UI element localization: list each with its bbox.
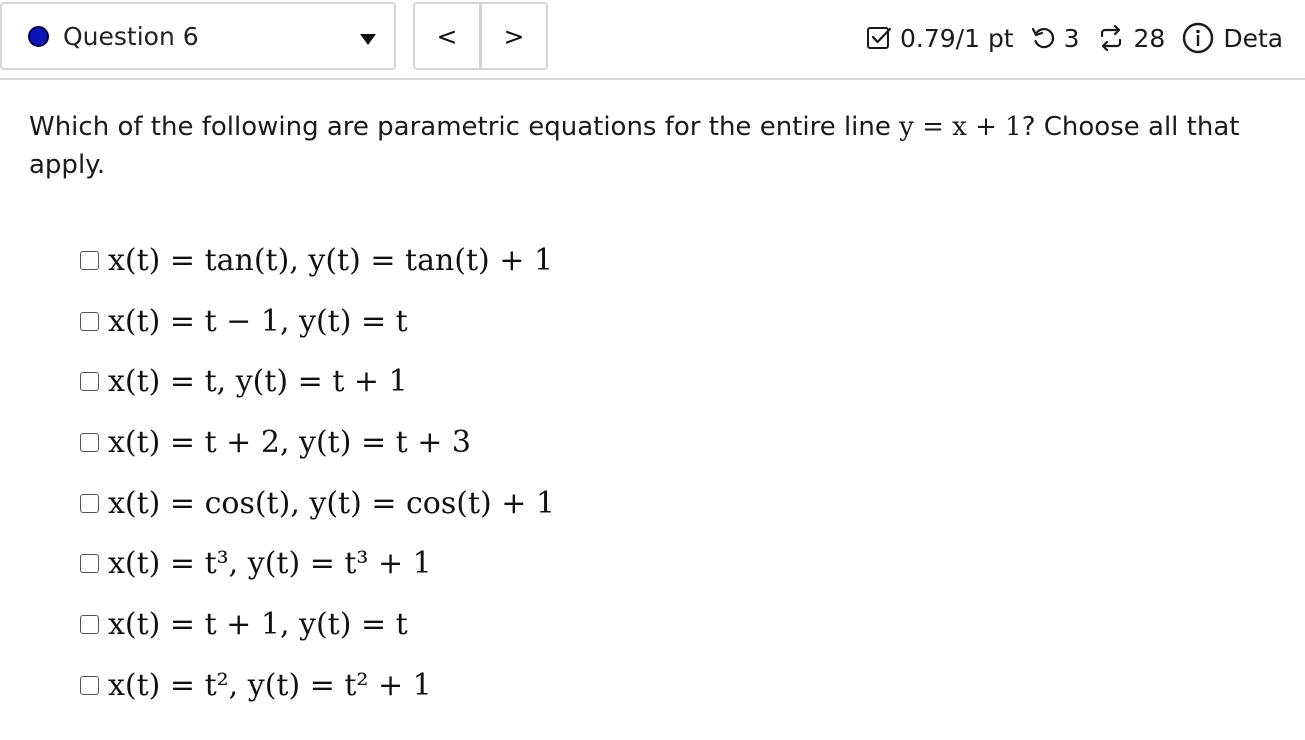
question-equation: y = x + 1 (899, 112, 1022, 142)
answer-option-label: x(t) = t − 1, y(t) = t (108, 303, 408, 339)
answer-option-label: x(t) = t³, y(t) = t³ + 1 (108, 546, 432, 582)
answer-option-label: x(t) = t, y(t) = t + 1 (108, 364, 408, 400)
answer-option-label: x(t) = t², y(t) = t² + 1 (108, 667, 432, 703)
answer-options: x(t) = tan(t), y(t) = tan(t) + 1 x(t) = … (80, 230, 555, 716)
previous-question-button[interactable]: < (415, 4, 479, 68)
answer-checkbox[interactable] (80, 554, 99, 574)
attempts-icon (1096, 23, 1126, 53)
answer-option-label: x(t) = tan(t), y(t) = tan(t) + 1 (108, 242, 554, 278)
answer-checkbox[interactable] (80, 493, 99, 513)
answer-checkbox[interactable] (80, 250, 99, 270)
answer-checkbox[interactable] (80, 311, 99, 331)
score-area: 0.79/1 pt 3 28 Deta (866, 18, 1283, 58)
answer-option[interactable]: x(t) = t², y(t) = t² + 1 (80, 655, 555, 716)
question-nav: < > (413, 2, 548, 70)
answer-option[interactable]: x(t) = t + 1, y(t) = t (80, 594, 555, 655)
answer-option-label: x(t) = t + 2, y(t) = t + 3 (108, 424, 471, 460)
answer-checkbox[interactable] (80, 372, 99, 392)
retries-count: 3 (1063, 23, 1080, 53)
chevron-down-icon (360, 34, 376, 45)
question-header: Question 6 < > 0.79/1 pt 3 28 Deta (0, 0, 1305, 80)
checkbox-score-icon (866, 25, 892, 51)
answer-checkbox[interactable] (80, 432, 99, 452)
next-question-button[interactable]: > (482, 4, 546, 68)
question-status-dot (28, 25, 49, 47)
question-text-before: Which of the following are parametric eq… (29, 112, 900, 142)
answer-option-label: x(t) = t + 1, y(t) = t (108, 606, 408, 642)
answer-option-label: x(t) = cos(t), y(t) = cos(t) + 1 (108, 485, 556, 521)
answer-option[interactable]: x(t) = cos(t), y(t) = cos(t) + 1 (80, 473, 555, 534)
answer-option[interactable]: x(t) = t + 2, y(t) = t + 3 (80, 412, 555, 473)
retry-icon (1030, 25, 1056, 51)
attempts-count: 28 (1133, 23, 1166, 53)
answer-checkbox[interactable] (80, 675, 99, 695)
answer-option[interactable]: x(t) = t³, y(t) = t³ + 1 (80, 533, 555, 594)
answer-option[interactable]: x(t) = tan(t), y(t) = tan(t) + 1 (80, 230, 555, 291)
info-icon[interactable] (1181, 21, 1215, 55)
details-link[interactable]: Deta (1223, 24, 1283, 53)
question-selector-label: Question 6 (63, 21, 199, 51)
answer-option[interactable]: x(t) = t, y(t) = t + 1 (80, 351, 555, 412)
answer-checkbox[interactable] (80, 614, 99, 634)
answer-option[interactable]: x(t) = t − 1, y(t) = t (80, 291, 555, 352)
question-selector-dropdown[interactable]: Question 6 (0, 2, 396, 70)
question-prompt: Which of the following are parametric eq… (29, 108, 1279, 184)
score-text: 0.79/1 pt (900, 23, 1014, 53)
